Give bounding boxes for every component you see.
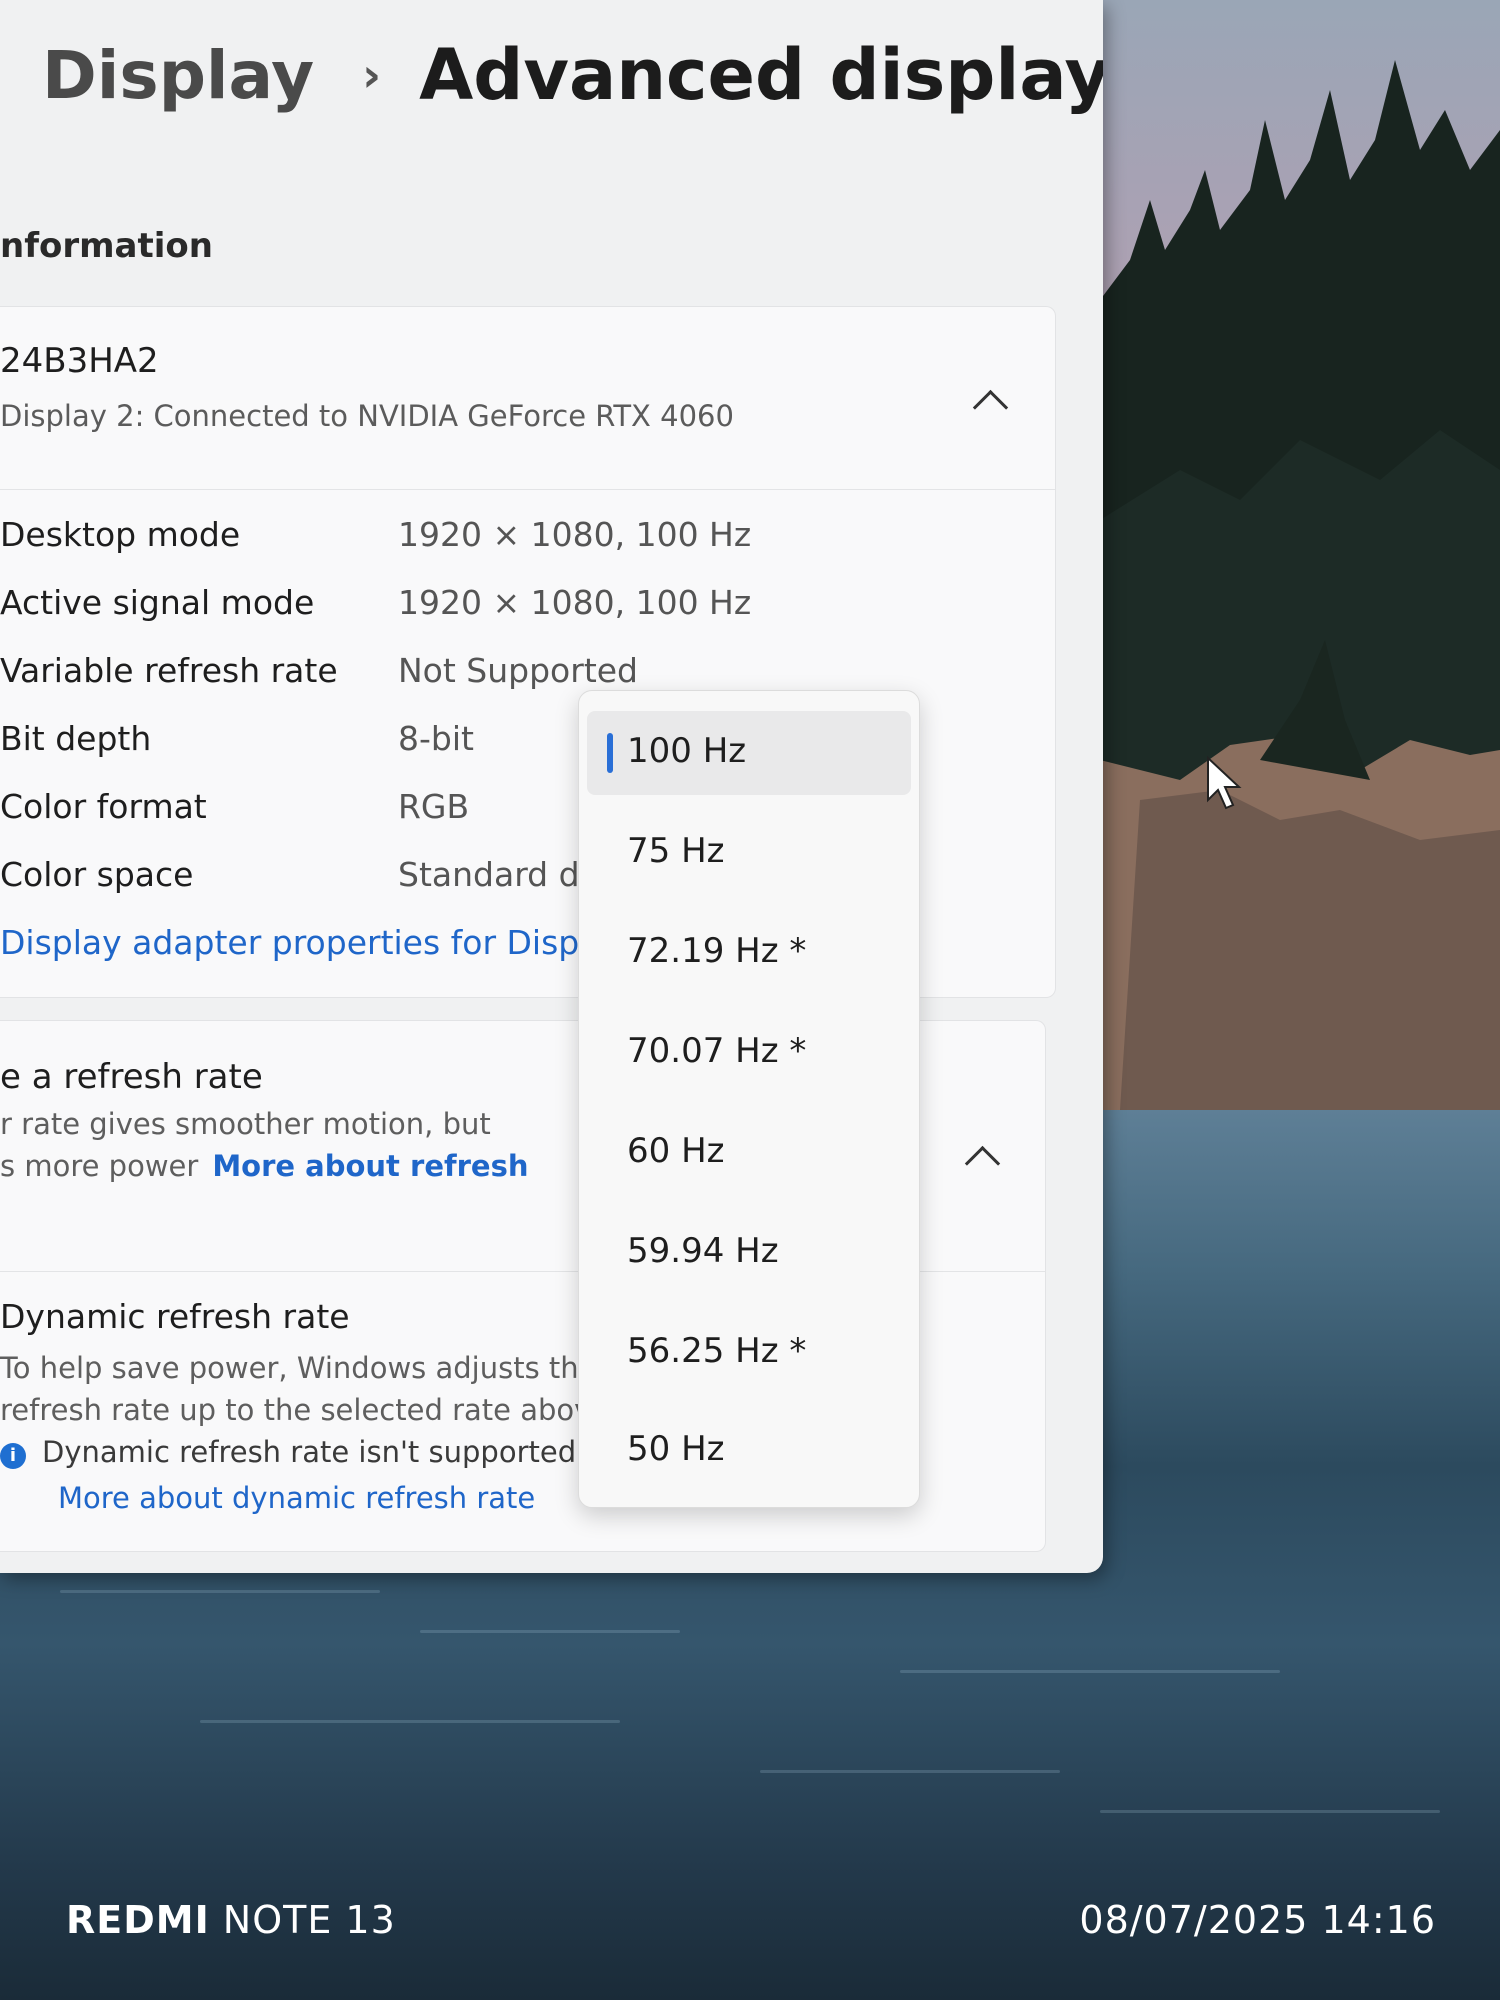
spec-label: Bit depth: [0, 719, 152, 758]
spec-label: Variable refresh rate: [0, 651, 338, 690]
water-ripple: [420, 1630, 680, 1633]
page-title: Advanced display: [419, 34, 1103, 116]
spec-label: Color space: [0, 855, 194, 894]
settings-window: Display › Advanced display nformation 24…: [0, 0, 1103, 1573]
spec-value: Not Supported: [398, 651, 639, 690]
spec-value: 1920 × 1080, 100 Hz: [398, 515, 752, 554]
display-name: 24B3HA2: [0, 341, 159, 381]
refresh-rate-description: s more power More about refresh: [0, 1149, 528, 1183]
watermark-brand-bold: REDMI: [66, 1898, 210, 1942]
camera-watermark-datetime: 08/07/2025 14:16: [1079, 1898, 1436, 1942]
mouse-pointer-icon: [1207, 756, 1242, 810]
spec-label: Desktop mode: [0, 515, 241, 554]
spec-value: Standard d: [398, 855, 580, 894]
refresh-option-100hz[interactable]: 100 Hz: [587, 711, 911, 795]
option-label: 75 Hz: [627, 831, 725, 871]
spec-value: 8-bit: [398, 719, 474, 758]
refresh-option-60hz[interactable]: 60 Hz: [587, 1111, 911, 1195]
option-label: 70.07 Hz *: [627, 1031, 807, 1071]
display-adapter-properties-link[interactable]: Display adapter properties for Disp: [0, 923, 579, 962]
spec-row-bit-depth: Bit depth 8-bit: [0, 719, 474, 758]
water-ripple: [900, 1670, 1280, 1673]
dynamic-refresh-rate-description: refresh rate up to the selected rate abo…: [0, 1393, 592, 1427]
refresh-rate-title: e a refresh rate: [0, 1057, 263, 1097]
selection-indicator: [607, 733, 613, 773]
dynamic-refresh-rate-title: Dynamic refresh rate: [0, 1297, 350, 1336]
section-title-information: nformation: [0, 226, 213, 266]
water-ripple: [760, 1770, 1060, 1773]
option-label: 60 Hz: [627, 1131, 725, 1171]
water-ripple: [200, 1720, 620, 1723]
refresh-option-72-19hz[interactable]: 72.19 Hz *: [587, 911, 911, 995]
refresh-option-59-94hz[interactable]: 59.94 Hz: [587, 1211, 911, 1295]
refresh-option-70-07hz[interactable]: 70.07 Hz *: [587, 1011, 911, 1095]
display-connection-subtitle: Display 2: Connected to NVIDIA GeForce R…: [0, 399, 734, 433]
option-label: 72.19 Hz *: [627, 931, 807, 971]
spec-row-color-format: Color format RGB: [0, 787, 469, 826]
info-icon: i: [0, 1443, 26, 1469]
refresh-rate-description: r rate gives smoother motion, but: [0, 1107, 491, 1141]
card-divider: [0, 489, 1055, 490]
spec-label: Active signal mode: [0, 583, 315, 622]
refresh-option-56-25hz[interactable]: 56.25 Hz *: [587, 1311, 911, 1395]
spec-label: Color format: [0, 787, 207, 826]
breadcrumb-display-link[interactable]: Display: [42, 37, 314, 114]
breadcrumb: Display › Advanced display: [0, 30, 1103, 120]
water-ripple: [60, 1590, 380, 1593]
refresh-rate-description-line2: s more power: [0, 1149, 199, 1183]
watermark-brand-model: NOTE 13: [209, 1898, 396, 1942]
water-ripple: [1100, 1810, 1440, 1813]
chevron-up-icon[interactable]: [972, 389, 1009, 426]
more-about-dynamic-refresh-link[interactable]: More about dynamic refresh rate: [58, 1481, 535, 1515]
option-label: 50 Hz: [627, 1429, 725, 1469]
camera-watermark-brand: REDMI NOTE 13: [66, 1898, 396, 1942]
spec-value: RGB: [398, 787, 470, 826]
option-label: 59.94 Hz: [627, 1231, 779, 1271]
spec-row-desktop-mode: Desktop mode 1920 × 1080, 100 Hz: [0, 515, 751, 554]
refresh-option-75hz[interactable]: 75 Hz: [587, 811, 911, 895]
more-about-refresh-link[interactable]: More about refresh: [212, 1149, 528, 1183]
option-label: 56.25 Hz *: [627, 1331, 807, 1371]
refresh-rate-dropdown[interactable]: 100 Hz 75 Hz 72.19 Hz * 70.07 Hz * 60 Hz…: [578, 690, 920, 1508]
dynamic-refresh-not-supported-note: Dynamic refresh rate isn't supported: [42, 1435, 577, 1469]
option-label: 100 Hz: [627, 731, 747, 771]
spec-value: 1920 × 1080, 100 Hz: [398, 583, 752, 622]
spec-row-active-signal-mode: Active signal mode 1920 × 1080, 100 Hz: [0, 583, 751, 622]
refresh-option-50hz[interactable]: 50 Hz: [587, 1409, 911, 1493]
dynamic-refresh-rate-description: To help save power, Windows adjusts th: [0, 1351, 579, 1385]
chevron-up-icon[interactable]: [964, 1145, 1001, 1182]
spec-row-variable-refresh-rate: Variable refresh rate Not Supported: [0, 651, 638, 690]
breadcrumb-separator: ›: [362, 48, 382, 102]
spec-row-color-space: Color space Standard d: [0, 855, 580, 894]
